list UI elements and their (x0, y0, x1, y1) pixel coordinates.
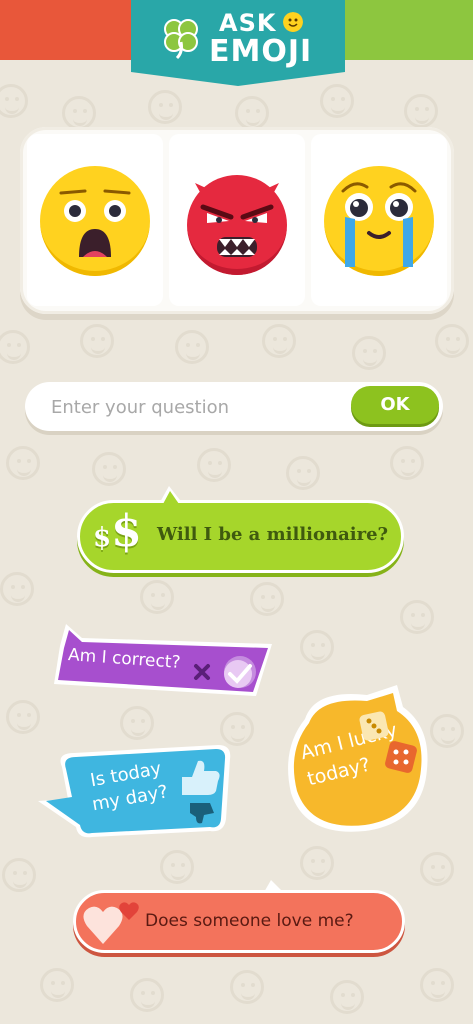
suggestion-am-i-lucky[interactable]: Am I lucky today? (285, 683, 430, 838)
check-icon (194, 660, 252, 688)
crying-face-icon (324, 166, 434, 276)
app-logo: ASK EMOJI (131, 0, 345, 86)
suggestion-does-someone-love-me[interactable]: Does someone love me? (73, 880, 405, 953)
emoji-slot-3 (311, 134, 447, 306)
angry-devil-icon (187, 175, 287, 275)
suggestion-millionaire[interactable]: $$ Will I be a millionaire? (77, 486, 404, 573)
emoji-slot-2 (169, 134, 305, 306)
suggestion-is-today-my-day[interactable]: Is today my day? (36, 745, 232, 843)
dollar-icon: $$ (93, 506, 142, 557)
thumbs-icon (182, 760, 220, 824)
logo-ask-text: ASK (219, 9, 277, 37)
header-right-band (345, 0, 473, 60)
question-bar: OK (25, 382, 443, 433)
logo-smiley-icon (283, 12, 303, 32)
emoji-slot-1 (27, 134, 163, 306)
suggestion-text: Will I be a millionaire? (157, 524, 389, 545)
shocked-face-icon (40, 166, 150, 276)
ok-button[interactable]: OK (351, 386, 439, 424)
question-input[interactable] (49, 382, 353, 433)
dice-icon (359, 711, 417, 773)
logo-emoji-text: EMOJI (209, 34, 313, 69)
header-left-band (0, 0, 140, 60)
clover-icon (164, 19, 198, 60)
emoji-slot-machine (20, 127, 454, 314)
suggestion-am-i-correct[interactable]: Am I correct? (52, 622, 274, 696)
hearts-icon (83, 902, 139, 944)
suggestion-text: Does someone love me? (145, 911, 354, 931)
